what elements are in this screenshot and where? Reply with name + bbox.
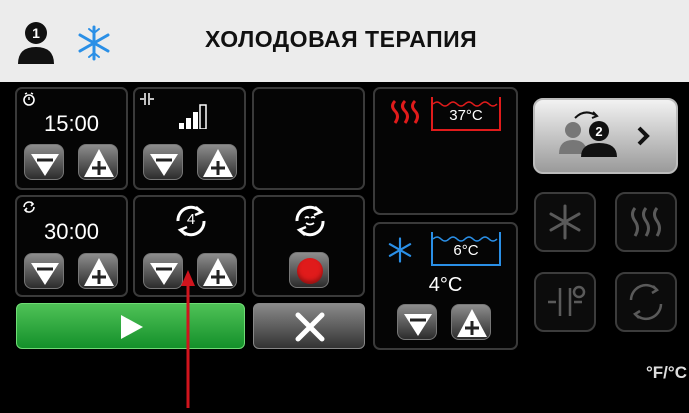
empty-tile xyxy=(252,87,365,190)
timer-2-increase-button[interactable] xyxy=(78,253,118,289)
timer-1-increase-button[interactable] xyxy=(78,144,118,180)
cycle-count: 4 xyxy=(186,211,196,228)
snowflake-icon xyxy=(76,25,112,61)
cold-temp: 6°C xyxy=(453,242,479,259)
heat-temp: 37°C xyxy=(449,107,483,124)
cold-setpoint: 4°C xyxy=(428,274,463,296)
stop-button[interactable] xyxy=(253,303,365,349)
compression-mode-button[interactable] xyxy=(534,272,596,332)
cold-mode-button[interactable] xyxy=(534,192,596,252)
switch-user-button[interactable]: 2 xyxy=(533,98,678,174)
timer-1-decrease-button[interactable] xyxy=(24,144,64,180)
play-button[interactable] xyxy=(16,303,245,349)
cycles-icon: 4 xyxy=(173,203,209,239)
snowflake-icon xyxy=(387,237,413,268)
switch-user-number: 2 xyxy=(595,124,603,139)
timer-2-decrease-button[interactable] xyxy=(24,253,64,289)
repeat-face-icon xyxy=(292,205,328,242)
header-bar: 1 ХОЛОДОВАЯ ТЕРАПИЯ xyxy=(0,0,689,82)
annotation-arrow-icon xyxy=(180,270,196,413)
intensity-tile xyxy=(133,87,246,190)
cold-panel: 6°C 4°C xyxy=(373,222,518,350)
timer-1-value: 15:00 xyxy=(43,111,100,136)
timer-icon xyxy=(22,92,36,111)
cycles-decrease-button[interactable] xyxy=(143,253,183,289)
cycles-increase-button[interactable] xyxy=(197,253,237,289)
timer-2-value: 30:00 xyxy=(43,219,100,244)
intensity-increase-button[interactable] xyxy=(197,144,237,180)
unit-label: °F/°C xyxy=(646,363,687,382)
intensity-decrease-button[interactable] xyxy=(143,144,183,180)
cold-increase-button[interactable] xyxy=(451,304,491,340)
svg-text:1: 1 xyxy=(32,25,40,41)
user-1-icon[interactable]: 1 xyxy=(18,20,64,66)
timer-tile-1: 15:00 xyxy=(15,87,128,190)
contrast-mode-button[interactable] xyxy=(615,272,677,332)
cold-temp-box: 6°C xyxy=(431,232,501,266)
cold-decrease-button[interactable] xyxy=(397,304,437,340)
timer-tile-2: 30:00 xyxy=(15,195,128,297)
signal-bars-icon xyxy=(179,103,211,134)
page-title: ХОЛОДОВАЯ ТЕРАПИЯ xyxy=(205,26,478,52)
heat-waves-icon xyxy=(389,99,423,132)
heat-mode-button[interactable] xyxy=(615,192,677,252)
compression-icon xyxy=(139,92,155,111)
record-button[interactable] xyxy=(289,252,329,288)
repeat-icon xyxy=(22,200,36,219)
record-tile xyxy=(252,195,365,297)
heat-panel: 37°C xyxy=(373,87,518,215)
unit-toggle-button[interactable]: °F/°C xyxy=(646,363,688,393)
heat-temp-box: 37°C xyxy=(431,97,501,131)
